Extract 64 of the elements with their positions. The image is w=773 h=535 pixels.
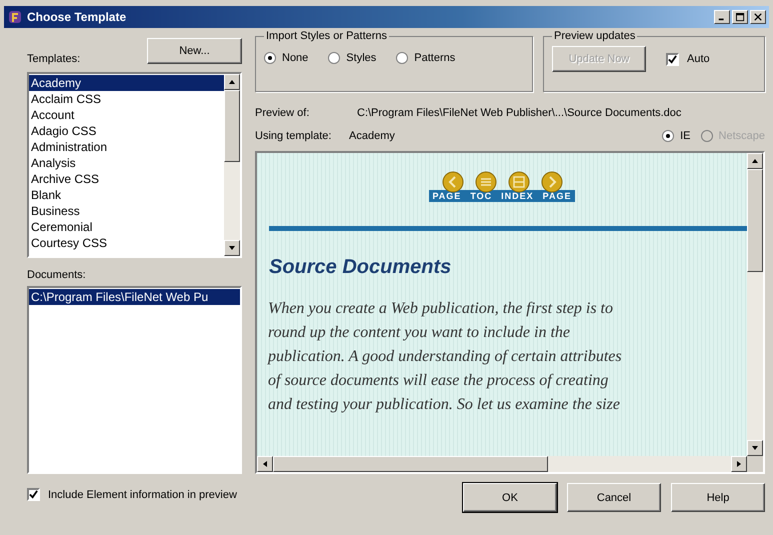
- scrollbar[interactable]: [747, 153, 763, 456]
- dialog-button[interactable]: Cancel: [567, 483, 661, 512]
- scrollbar[interactable]: [224, 74, 240, 256]
- radio-button[interactable]: [662, 130, 674, 142]
- preview-text-line: round up the content you want to include in the: [268, 323, 572, 343]
- template-item[interactable]: Archive CSS: [29, 171, 224, 187]
- radio-label: Styles: [346, 52, 376, 64]
- template-item[interactable]: Analysis: [29, 155, 224, 171]
- preview-of-label: Preview of:: [255, 107, 310, 119]
- close-button[interactable]: [750, 10, 766, 24]
- using-template-value: Academy: [349, 130, 395, 142]
- template-item[interactable]: Business: [29, 203, 224, 219]
- scroll-down-icon[interactable]: [751, 444, 759, 452]
- documents-label: Documents:: [27, 268, 87, 282]
- radio-button[interactable]: [328, 52, 340, 64]
- dialog-button[interactable]: OK: [463, 483, 557, 512]
- scroll-up-icon[interactable]: [228, 78, 236, 86]
- scroll-up-icon[interactable]: [751, 157, 759, 165]
- horizontal-scrollbar[interactable]: [257, 456, 747, 472]
- preview-text-line: When you create a Web publication, the first step is to: [268, 299, 614, 319]
- close-icon: [754, 13, 762, 21]
- window-title: Choose Template: [27, 10, 128, 24]
- templates-label: Templates:: [27, 52, 80, 66]
- preview-text-line: of source documents will ease the process of creating: [268, 371, 610, 391]
- nav-link[interactable]: PAGE: [432, 191, 462, 201]
- template-item[interactable]: Courtesy CSS: [29, 235, 224, 251]
- radio-button[interactable]: [396, 52, 408, 64]
- template-item[interactable]: Academy: [29, 75, 224, 91]
- include-element-label: Include Element information in preview: [48, 488, 237, 500]
- template-item[interactable]: Administration: [29, 139, 224, 155]
- auto-label: Auto: [687, 53, 710, 65]
- radio-label: None: [282, 52, 308, 64]
- radio-label: IE: [680, 130, 691, 142]
- scroll-down-icon[interactable]: [228, 244, 236, 252]
- template-item[interactable]: Blank: [29, 187, 224, 203]
- template-item[interactable]: Acclaim CSS: [29, 91, 224, 107]
- app-icon: [7, 9, 23, 25]
- list-icon[interactable]: [474, 171, 496, 193]
- import-group-title: Import Styles or Patterns: [265, 30, 388, 42]
- nav-link[interactable]: INDEX: [501, 191, 534, 201]
- radio-button[interactable]: [264, 52, 276, 64]
- maximize-icon: [736, 12, 744, 22]
- radio-label: Patterns: [414, 52, 456, 64]
- auto-checkbox[interactable]: [666, 52, 679, 66]
- template-item[interactable]: Ceremonial: [29, 219, 224, 235]
- preview-of-path: C:\Program Files\FileNet Web Publisher\...\Source Documents.doc: [357, 107, 682, 119]
- nav-link[interactable]: TOC: [470, 191, 492, 201]
- scroll-left-icon[interactable]: [261, 460, 269, 468]
- preview-heading: Source Documents: [269, 255, 452, 279]
- preview-updates-title: Preview updates: [553, 30, 636, 42]
- scroll-right-icon[interactable]: [735, 460, 743, 468]
- nav-link[interactable]: PAGE: [542, 191, 572, 201]
- list-icon[interactable]: [508, 171, 530, 193]
- template-item[interactable]: Account: [29, 107, 224, 123]
- preview-text-line: publication. A good understanding of certain attributes: [268, 347, 623, 367]
- maximize-button[interactable]: [732, 10, 748, 24]
- template-item[interactable]: Adagio CSS: [29, 123, 224, 139]
- new-button[interactable]: New...: [147, 38, 242, 64]
- using-template-label: Using template:: [255, 130, 332, 142]
- preview-text-line: and testing your publication. So let us examine the size: [268, 395, 621, 415]
- dialog-button[interactable]: Help: [671, 483, 765, 512]
- include-element-checkbox[interactable]: [27, 488, 40, 501]
- minimize-button[interactable]: [714, 10, 730, 24]
- document-item[interactable]: C:\Program Files\FileNet Web Pu: [29, 289, 240, 305]
